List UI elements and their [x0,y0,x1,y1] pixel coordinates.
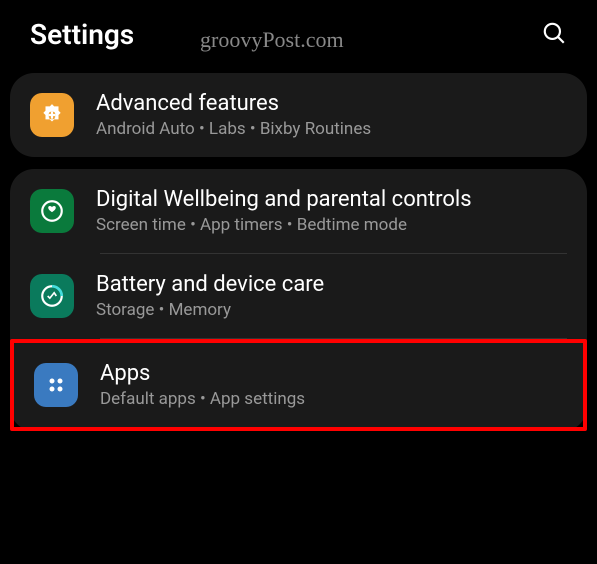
item-title: Digital Wellbeing and parental controls [96,187,567,212]
settings-card-2: Digital Wellbeing and parental controls … [10,169,587,431]
search-button[interactable] [541,20,567,50]
item-title: Advanced features [96,91,567,116]
battery-care-icon [30,274,74,318]
advanced-features-icon [30,93,74,137]
item-title: Apps [100,361,563,386]
item-text: Battery and device care Storage • Memory [96,272,567,320]
item-subtitle: Default apps • App settings [100,389,563,409]
apps-icon [34,363,78,407]
item-text: Advanced features Android Auto • Labs • … [96,91,567,139]
page-title: Settings [30,18,134,51]
settings-item-apps[interactable]: Apps Default apps • App settings [14,343,583,427]
search-icon [541,20,567,46]
item-text: Digital Wellbeing and parental controls … [96,187,567,235]
item-title: Battery and device care [96,272,567,297]
item-subtitle: Screen time • App timers • Bedtime mode [96,215,567,235]
digital-wellbeing-icon [30,189,74,233]
settings-item-battery-device-care[interactable]: Battery and device care Storage • Memory [10,254,587,338]
settings-card-1: Advanced features Android Auto • Labs • … [10,73,587,157]
item-text: Apps Default apps • App settings [100,361,563,409]
item-subtitle: Storage • Memory [96,300,567,320]
settings-item-advanced-features[interactable]: Advanced features Android Auto • Labs • … [10,73,587,157]
highlight-box: Apps Default apps • App settings [10,339,587,431]
settings-item-digital-wellbeing[interactable]: Digital Wellbeing and parental controls … [10,169,587,253]
item-subtitle: Android Auto • Labs • Bixby Routines [96,119,567,139]
header: Settings [0,0,597,61]
